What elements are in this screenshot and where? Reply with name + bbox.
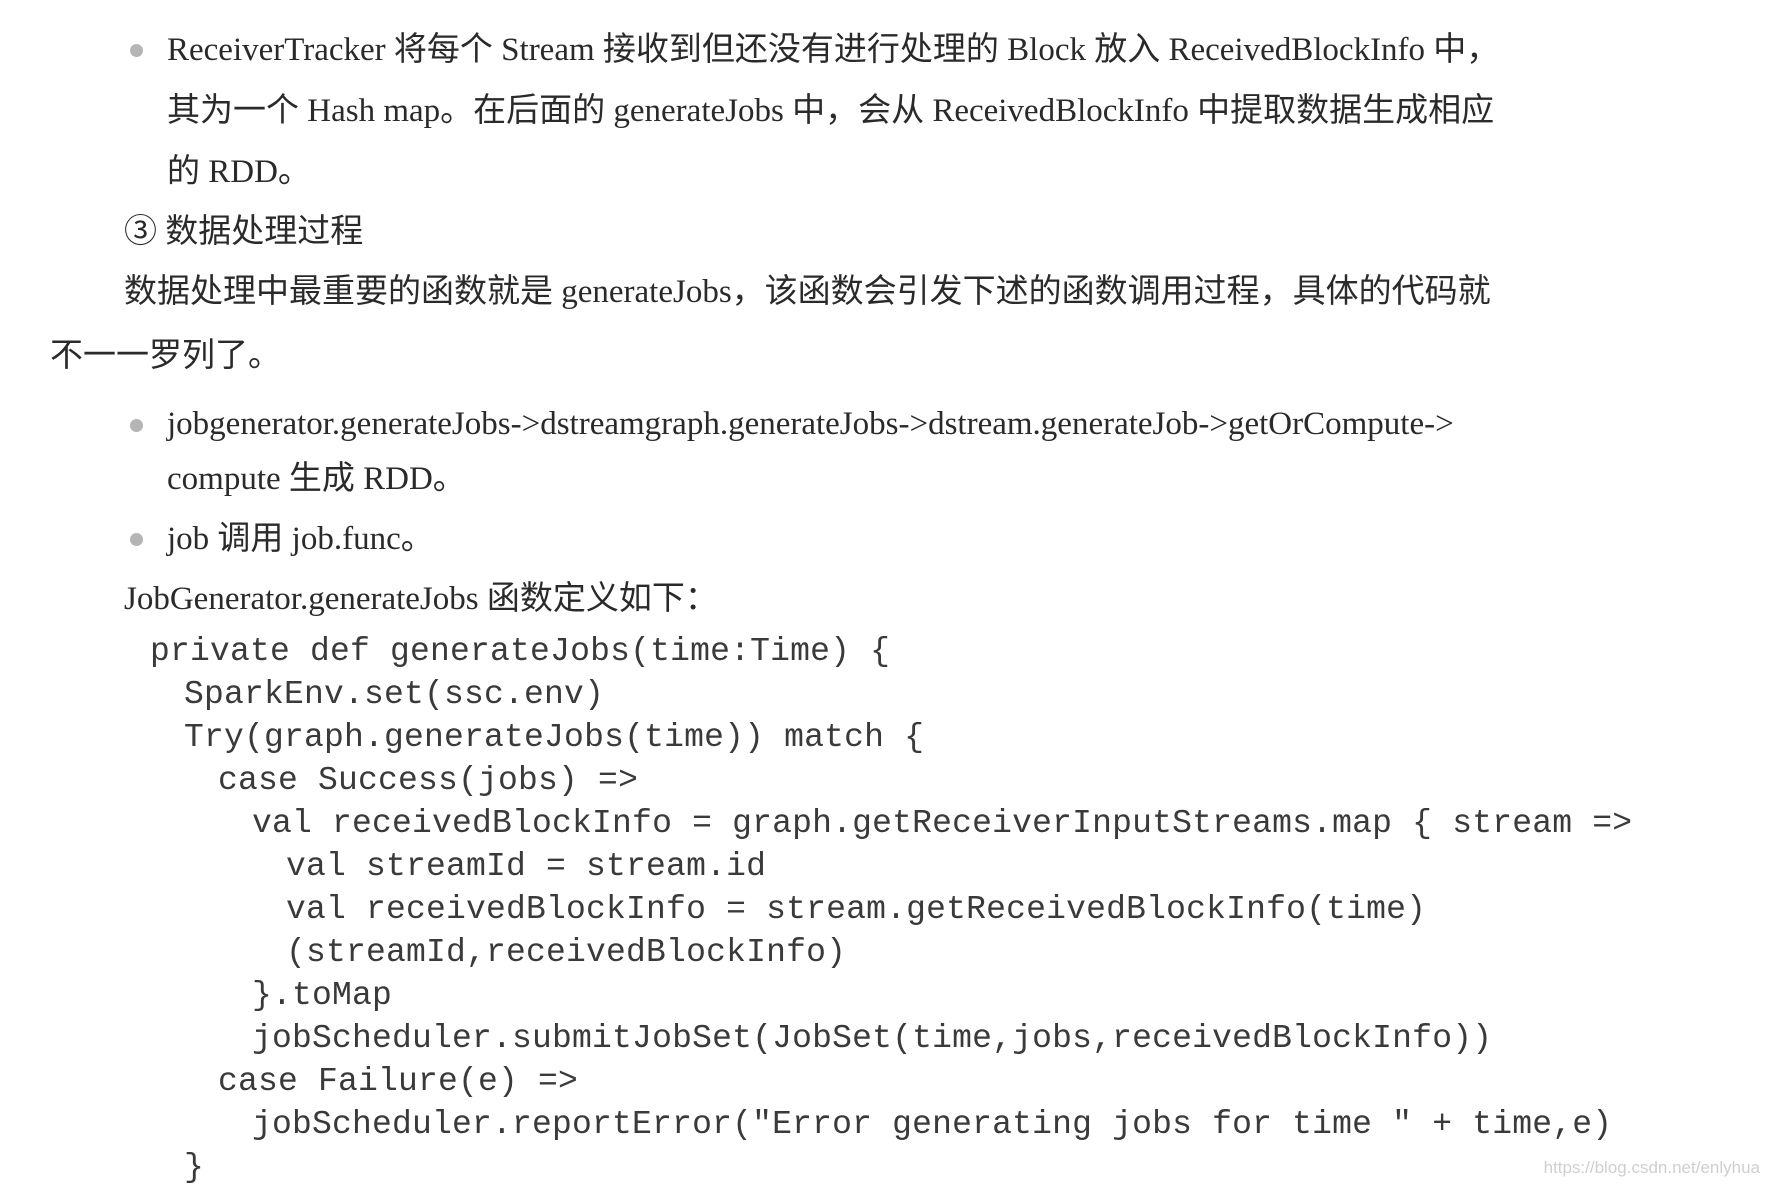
paragraph-line-1: 数据处理中最重要的函数就是 generateJobs，该函数会引发下述的函数调用… xyxy=(124,274,1491,310)
code-line: Try(graph.generateJobs(time)) match { xyxy=(184,719,925,756)
code-line: SparkEnv.set(ssc.env) xyxy=(184,676,605,713)
watermark: https://blog.csdn.net/enlyhua xyxy=(1543,1158,1760,1177)
code-line: jobScheduler.reportError("Error generati… xyxy=(252,1106,1613,1143)
bullet-dot-icon xyxy=(130,419,143,432)
bullet-2-line-2: compute 生成 RDD。 xyxy=(167,461,466,497)
bullet-1-line-3: 的 RDD。 xyxy=(167,154,311,190)
paragraph-line-2: 不一一罗列了。 xyxy=(50,338,281,374)
bullet-1-line-2: 其为一个 Hash map。在后面的 generateJobs 中，会从 Rec… xyxy=(167,93,1495,129)
code-line: val streamId = stream.id xyxy=(286,848,767,885)
bullet-1-line-1: ReceiverTracker 将每个 Stream 接收到但还没有进行处理的 … xyxy=(167,32,1500,68)
code-line: jobScheduler.submitJobSet(JobSet(time,jo… xyxy=(252,1020,1493,1057)
code-line: }.toMap xyxy=(252,977,393,1014)
code-line: case Failure(e) => xyxy=(218,1063,579,1100)
code-line: val receivedBlockInfo = graph.getReceive… xyxy=(252,805,1633,842)
code-line: (streamId,receivedBlockInfo) xyxy=(286,934,847,971)
code-line: case Success(jobs) => xyxy=(218,762,639,799)
code-intro: JobGenerator.generateJobs 函数定义如下： xyxy=(124,581,718,617)
bullet-2-line-1: jobgenerator.generateJobs->dstreamgraph.… xyxy=(167,406,1454,442)
bullet-dot-icon xyxy=(130,44,143,57)
section-heading: ③ 数据处理过程 xyxy=(124,214,364,250)
code-line: val receivedBlockInfo = stream.getReceiv… xyxy=(286,891,1427,928)
bullet-dot-icon xyxy=(130,533,143,546)
code-line: } xyxy=(184,1149,205,1186)
bullet-3-line-1: job 调用 job.func。 xyxy=(167,521,434,557)
code-line: private def generateJobs(time:Time) { xyxy=(150,633,891,670)
